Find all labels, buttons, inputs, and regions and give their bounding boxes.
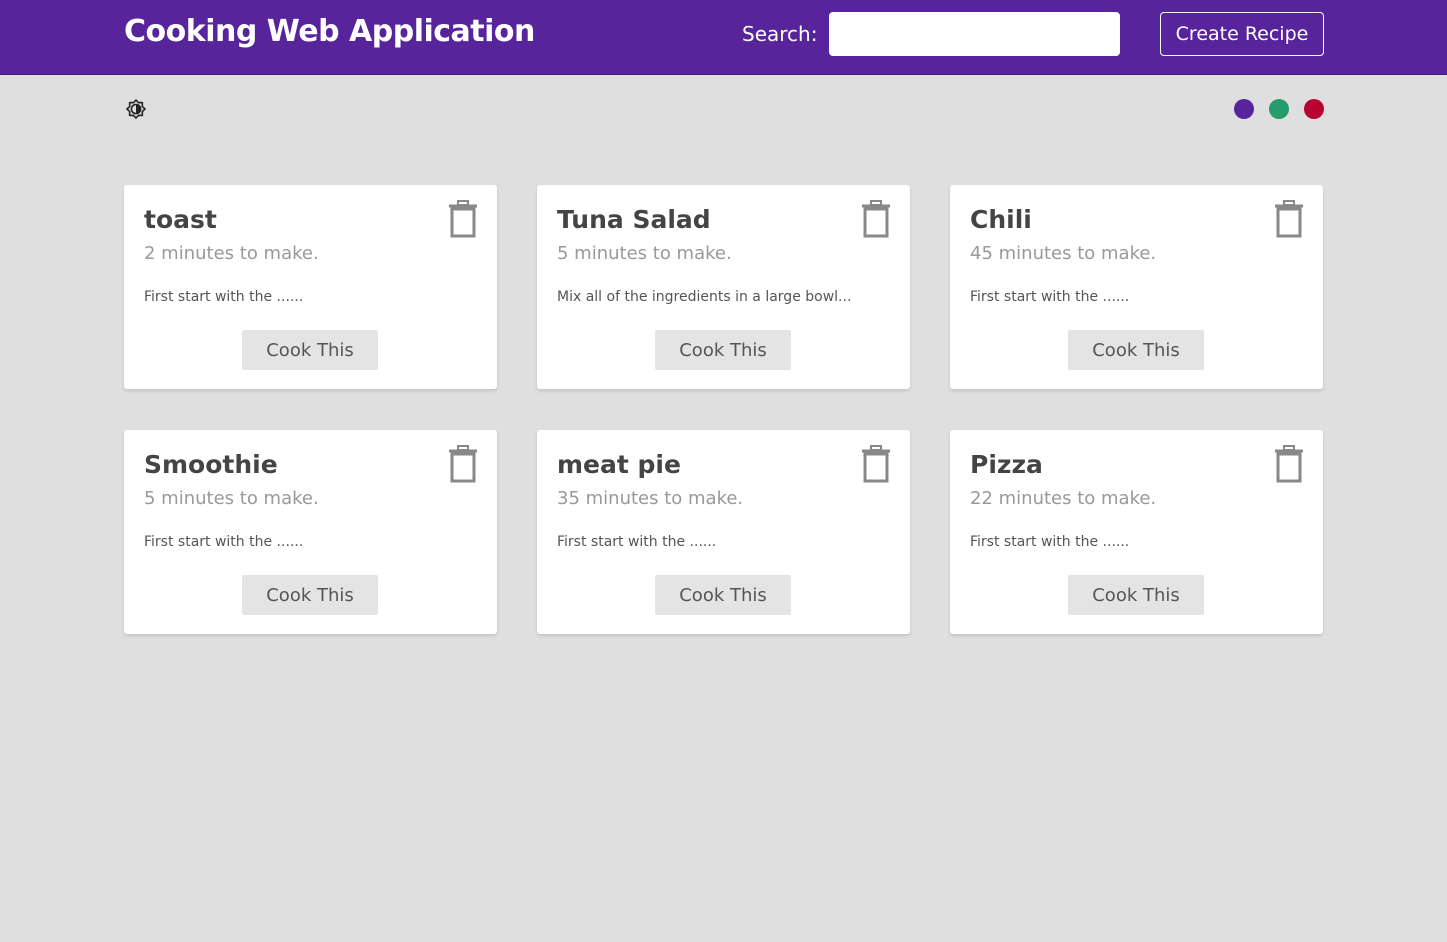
recipe-card: Chili 45 minutes to make. First start wi… xyxy=(950,185,1323,389)
recipe-method-snippet: First start with the ...... xyxy=(144,534,304,550)
recipe-title: Pizza xyxy=(970,450,1043,479)
recipe-title: meat pie xyxy=(557,450,681,479)
recipe-cooking-time: 22 minutes to make. xyxy=(970,488,1157,509)
recipe-title: Smoothie xyxy=(144,450,278,479)
theme-color-green[interactable] xyxy=(1269,99,1289,119)
recipe-title: Chili xyxy=(970,205,1032,234)
app-title[interactable]: Cooking Web Application xyxy=(124,14,535,49)
recipe-title: toast xyxy=(144,205,217,234)
cook-this-button[interactable]: Cook This xyxy=(655,575,791,615)
navbar: Cooking Web Application Search: Create R… xyxy=(0,0,1447,75)
recipe-method-snippet: First start with the ...... xyxy=(144,289,304,305)
trash-icon[interactable] xyxy=(862,445,890,483)
recipe-method-snippet: First start with the ...... xyxy=(970,289,1130,305)
theme-color-red[interactable] xyxy=(1304,99,1324,119)
recipe-cooking-time: 5 minutes to make. xyxy=(144,488,319,509)
recipe-card: Tuna Salad 5 minutes to make. Mix all of… xyxy=(537,185,910,389)
trash-icon[interactable] xyxy=(449,200,477,238)
recipe-method-snippet: Mix all of the ingredients in a large bo… xyxy=(557,289,852,305)
cook-this-button[interactable]: Cook This xyxy=(655,330,791,370)
recipe-title: Tuna Salad xyxy=(557,205,711,234)
recipe-cooking-time: 2 minutes to make. xyxy=(144,243,319,264)
recipe-card: Pizza 22 minutes to make. First start wi… xyxy=(950,430,1323,634)
cook-this-button[interactable]: Cook This xyxy=(242,330,378,370)
recipe-card: toast 2 minutes to make. First start wit… xyxy=(124,185,497,389)
recipe-card: Smoothie 5 minutes to make. First start … xyxy=(124,430,497,634)
trash-icon[interactable] xyxy=(1275,200,1303,238)
recipe-card: meat pie 35 minutes to make. First start… xyxy=(537,430,910,634)
trash-icon[interactable] xyxy=(1275,445,1303,483)
create-recipe-button[interactable]: Create Recipe xyxy=(1160,12,1324,56)
recipe-method-snippet: First start with the ...... xyxy=(970,534,1130,550)
cook-this-button[interactable]: Cook This xyxy=(242,575,378,615)
brightness-toggle-icon[interactable] xyxy=(124,97,148,121)
search-label: Search: xyxy=(742,22,818,46)
recipe-method-snippet: First start with the ...... xyxy=(557,534,717,550)
trash-icon[interactable] xyxy=(862,200,890,238)
theme-color-purple[interactable] xyxy=(1234,99,1254,119)
cook-this-button[interactable]: Cook This xyxy=(1068,330,1204,370)
recipe-cooking-time: 5 minutes to make. xyxy=(557,243,732,264)
recipe-cooking-time: 45 minutes to make. xyxy=(970,243,1157,264)
recipe-cooking-time: 35 minutes to make. xyxy=(557,488,744,509)
trash-icon[interactable] xyxy=(449,445,477,483)
search-input[interactable] xyxy=(829,12,1120,56)
cook-this-button[interactable]: Cook This xyxy=(1068,575,1204,615)
